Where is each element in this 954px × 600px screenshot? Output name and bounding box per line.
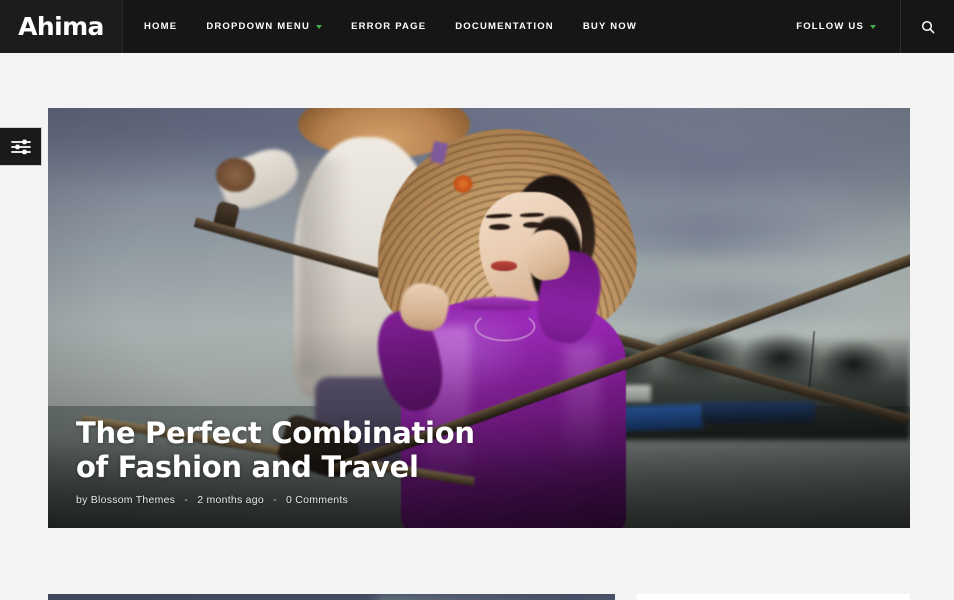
- follow-us-label: FOLLOW US: [796, 21, 864, 32]
- header-right-group: FOLLOW US: [796, 0, 954, 53]
- page-body: The Perfect Combination of Fashion and T…: [0, 53, 954, 600]
- meta-author-prefix: by: [76, 494, 88, 506]
- sidebar-toggle-button[interactable]: [0, 127, 42, 166]
- meta-author[interactable]: Blossom Themes: [91, 494, 175, 506]
- palm-tree: [815, 339, 893, 390]
- hero-post-meta: by Blossom Themes - 2 months ago - 0 Com…: [76, 494, 870, 506]
- nav-item-label: DROPDOWN MENU: [206, 21, 311, 32]
- site-logo: Ahima: [18, 12, 104, 41]
- hat-badge: [453, 175, 473, 193]
- eye: [489, 223, 511, 230]
- nav-item-dropdown-menu[interactable]: DROPDOWN MENU: [206, 21, 323, 32]
- site-header: Ahima HOME DROPDOWN MENU ERROR PAGE DOCU…: [0, 0, 954, 53]
- nav-item-buy-now[interactable]: BUY NOW: [583, 21, 637, 32]
- lips: [491, 261, 517, 271]
- nav-item-home[interactable]: HOME: [144, 21, 177, 32]
- follow-us-menu[interactable]: FOLLOW US: [796, 0, 900, 53]
- necklace: [474, 311, 536, 342]
- nav-item-label: HOME: [144, 21, 178, 32]
- nav-item-error-page[interactable]: ERROR PAGE: [351, 21, 426, 32]
- featured-post-hero[interactable]: The Perfect Combination of Fashion and T…: [48, 108, 910, 528]
- nav-item-documentation[interactable]: DOCUMENTATION: [455, 21, 554, 32]
- dress-collar: [461, 297, 531, 310]
- hero-caption: The Perfect Combination of Fashion and T…: [76, 416, 870, 506]
- meta-separator: -: [184, 494, 189, 506]
- nav-item-label: DOCUMENTATION: [455, 21, 554, 32]
- logo-block[interactable]: Ahima: [0, 0, 122, 53]
- meta-comments[interactable]: 0 Comments: [286, 494, 348, 506]
- meta-separator: -: [273, 494, 277, 506]
- primary-navigation: HOME DROPDOWN MENU ERROR PAGE DOCUMENTAT…: [122, 0, 796, 53]
- sliders-icon: [10, 139, 31, 154]
- chevron-down-icon: [316, 24, 323, 29]
- hero-post-title[interactable]: The Perfect Combination of Fashion and T…: [76, 416, 496, 485]
- post-list-card[interactable]: [48, 594, 615, 600]
- chevron-down-icon: [870, 24, 876, 29]
- search-button[interactable]: [900, 0, 954, 53]
- eyebrow: [520, 212, 545, 217]
- nav-item-label: BUY NOW: [582, 21, 638, 32]
- sky-glow: [376, 594, 615, 600]
- sidebar-widget: [637, 594, 910, 600]
- rear-person-hand: [216, 158, 255, 192]
- nav-item-label: ERROR PAGE: [351, 21, 427, 32]
- meta-date: 2 months ago: [197, 494, 264, 506]
- search-icon: [921, 20, 934, 33]
- below-hero-content: [0, 572, 954, 600]
